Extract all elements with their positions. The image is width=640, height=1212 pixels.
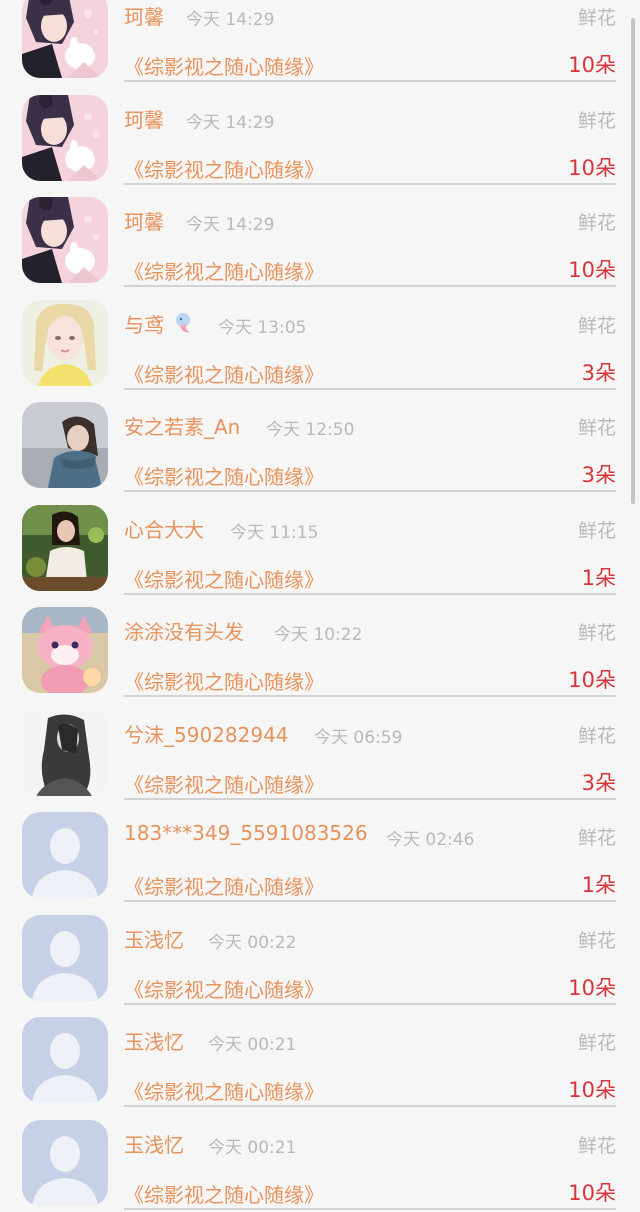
divider xyxy=(124,1207,616,1210)
gift-record-row[interactable]: 玉浅忆 今天 00:21 鲜花《综影视之随心随缘》 10朵 xyxy=(0,1017,640,1124)
book-title-link[interactable]: 《综影视之随心随缘》 xyxy=(124,769,324,798)
timestamp: 今天 12:50 xyxy=(266,420,355,440)
gift-record-row[interactable]: 玉浅忆 今天 00:21 鲜花《综影视之随心随缘》 10朵 xyxy=(0,1119,640,1212)
book-title-link[interactable]: 《综影视之随心随缘》 xyxy=(124,1179,324,1208)
gift-record-row[interactable]: 与鸢 今天 13:05 鲜花《综影视之随心随缘》 3朵 xyxy=(0,299,640,407)
timestamp: 今天 00:21 xyxy=(208,1137,297,1158)
gift-record-row[interactable]: 珂馨 今天 14:29 鲜花《综影视之随心随缘》 10朵 xyxy=(0,197,640,304)
gift-record-row[interactable]: 安之若素_An 今天 12:50 鲜花《综影视之随心随缘》 3朵 xyxy=(0,402,640,509)
username[interactable]: 玉浅忆 xyxy=(124,1026,184,1055)
timestamp: 今天 06:59 xyxy=(314,727,403,748)
timestamp: 今天 02:46 xyxy=(386,830,475,850)
username[interactable]: 涂涂没有头发 xyxy=(124,616,244,645)
divider xyxy=(124,80,616,82)
timestamp: 今天 11:15 xyxy=(230,522,319,543)
book-title-link[interactable]: 《综影视之随心随缘》 xyxy=(124,666,324,695)
timestamp: 今天 14:29 xyxy=(186,215,275,235)
girl-garden-photo-avatar[interactable] xyxy=(22,504,108,591)
gift-record-row[interactable]: 玉浅忆 今天 00:22 鲜花《综影视之随心随缘》 10朵 xyxy=(0,914,640,1022)
username[interactable]: 安之若素_An xyxy=(124,411,240,440)
book-title-link[interactable]: 《综影视之随心随缘》 xyxy=(124,154,324,183)
monochrome-girl-avatar[interactable] xyxy=(22,709,108,796)
divider xyxy=(124,285,616,287)
book-title-link[interactable]: 《综影视之随心随缘》 xyxy=(124,974,324,1003)
flower-count: 1朵 xyxy=(581,565,616,590)
default-user-avatar[interactable] xyxy=(22,812,108,898)
gift-type: 鲜花 xyxy=(577,1032,616,1054)
divider xyxy=(124,1002,616,1005)
username[interactable]: 玉浅忆 xyxy=(124,924,184,953)
doll-girl-avatar[interactable] xyxy=(22,299,108,386)
flower-count: 1朵 xyxy=(581,873,616,897)
flower-count: 10朵 xyxy=(568,53,616,77)
flower-count: 10朵 xyxy=(568,1180,616,1205)
username[interactable]: 兮沫_590282944 xyxy=(124,719,289,748)
divider xyxy=(124,1105,616,1107)
pink-fox-plush-avatar[interactable] xyxy=(22,607,108,693)
flower-count: 3朵 xyxy=(581,360,616,385)
gift-record-row[interactable]: 183***349_5591083526 今天 02:46 鲜花《综影视之随心随缘》… xyxy=(0,812,640,919)
gift-type: 鲜花 xyxy=(577,827,616,849)
timestamp: 今天 00:21 xyxy=(208,1035,297,1055)
gift-type: 鲜花 xyxy=(577,212,616,234)
book-title-link[interactable]: 《综影视之随心随缘》 xyxy=(124,461,324,490)
gift-type: 鲜花 xyxy=(577,724,616,747)
book-title-link[interactable]: 《综影视之随心随缘》 xyxy=(124,359,324,388)
gift-type: 鲜花 xyxy=(577,519,616,542)
anime-couple-avatar[interactable] xyxy=(22,197,108,283)
book-title-link[interactable]: 《综影视之随心随缘》 xyxy=(124,1076,324,1105)
timestamp: 今天 00:22 xyxy=(208,932,297,953)
timestamp: 今天 14:29 xyxy=(186,10,275,30)
username[interactable]: 心合大大 xyxy=(124,514,204,543)
gift-record-row[interactable]: 珂馨 今天 14:29 鲜花《综影视之随心随缘》 10朵 xyxy=(0,0,640,99)
gift-record-list[interactable]: 珂馨 今天 14:29 鲜花 《综影视之随心随缘》 10朵 珂馨 今天 14:29 鲜花 《综… xyxy=(0,0,640,1212)
default-user-avatar[interactable] xyxy=(22,1119,108,1206)
timestamp: 今天 13:05 xyxy=(218,317,307,338)
username[interactable]: 珂馨 xyxy=(124,206,164,235)
gift-type: 鲜花 xyxy=(577,314,616,337)
gift-type: 鲜花 xyxy=(577,109,616,132)
girl-scarf-photo-avatar[interactable] xyxy=(22,402,108,488)
gift-record-row[interactable]: 兮沫_590282944 今天 06:59 鲜花《综影视之随心随缘》 3朵 xyxy=(0,709,640,817)
gift-type: 鲜花 xyxy=(577,7,616,29)
gift-type: 鲜花 xyxy=(577,1134,616,1157)
divider xyxy=(124,900,616,902)
gift-type: 鲜花 xyxy=(577,417,616,439)
username[interactable]: 珂馨 xyxy=(124,1,164,30)
divider xyxy=(124,182,616,185)
default-user-avatar[interactable] xyxy=(22,1017,108,1103)
book-title-link[interactable]: 《综影视之随心随缘》 xyxy=(124,871,324,900)
flower-count: 10朵 xyxy=(568,1078,616,1102)
mermaid-emoji-icon xyxy=(172,312,194,334)
flower-count: 3朵 xyxy=(581,463,616,487)
anime-couple-avatar[interactable] xyxy=(22,94,108,181)
gift-record-row[interactable]: 心合大大 今天 11:15 鲜花《综影视之随心随缘》 1朵 xyxy=(0,504,640,612)
divider xyxy=(124,490,616,492)
gift-type: 鲜花 xyxy=(577,622,616,644)
flower-count: 10朵 xyxy=(568,975,616,1000)
divider xyxy=(124,592,616,595)
timestamp: 今天 10:22 xyxy=(274,625,363,645)
flower-count: 3朵 xyxy=(581,770,616,795)
gift-type: 鲜花 xyxy=(577,929,616,952)
gift-record-row[interactable]: 涂涂没有头发 今天 10:22 鲜花《综影视之随心随缘》 10朵 xyxy=(0,607,640,714)
default-user-avatar[interactable] xyxy=(22,914,108,1001)
book-title-link[interactable]: 《综影视之随心随缘》 xyxy=(124,564,324,593)
flower-count: 10朵 xyxy=(568,155,616,180)
username[interactable]: 玉浅忆 xyxy=(124,1129,184,1158)
book-title-link[interactable]: 《综影视之随心随缘》 xyxy=(124,51,324,80)
timestamp: 今天 14:29 xyxy=(186,112,275,133)
divider xyxy=(124,695,616,697)
username[interactable]: 与鸢 xyxy=(124,309,164,338)
scrollbar[interactable] xyxy=(631,18,635,504)
book-title-link[interactable]: 《综影视之随心随缘》 xyxy=(124,256,324,285)
username[interactable]: 183***349_5591083526 xyxy=(124,821,368,845)
divider xyxy=(124,387,616,390)
gift-record-row[interactable]: 珂馨 今天 14:29 鲜花《综影视之随心随缘》 10朵 xyxy=(0,94,640,202)
flower-count: 10朵 xyxy=(568,668,616,692)
username[interactable]: 珂馨 xyxy=(124,104,164,133)
anime-couple-avatar[interactable] xyxy=(22,0,108,78)
divider xyxy=(124,797,616,800)
flower-count: 10朵 xyxy=(568,258,616,282)
